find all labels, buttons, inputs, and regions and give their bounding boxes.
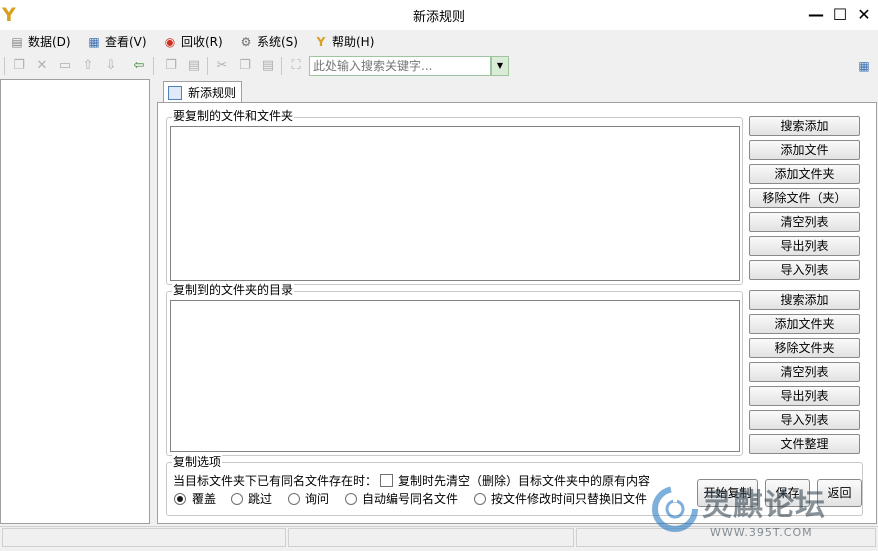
radio-overwrite-label: 覆盖: [192, 492, 217, 506]
add-folder-button[interactable]: 添加文件夹: [749, 164, 860, 184]
layout-icon[interactable]: ▦: [855, 57, 873, 75]
toolbar-grip: [4, 57, 5, 75]
radio-skip[interactable]: [231, 493, 243, 505]
source-group-label: 要复制的文件和文件夹: [172, 109, 295, 123]
move-down-icon[interactable]: ⇩: [102, 57, 120, 75]
menu-help[interactable]: Y 帮助(H): [313, 33, 375, 51]
rules-tree-panel[interactable]: [0, 79, 150, 524]
import-list-button[interactable]: 导入列表: [749, 260, 860, 280]
dest-export-list-button[interactable]: 导出列表: [749, 386, 860, 406]
edit-icon[interactable]: ▭: [56, 57, 74, 75]
watermark-text: 灵麒论坛: [702, 488, 826, 523]
organize-files-button[interactable]: 文件整理: [749, 434, 860, 454]
minimize-icon[interactable]: —: [805, 4, 827, 26]
conflict-label: 当目标文件夹下已有同名文件存在时：: [173, 474, 378, 488]
toolbar-separator: [281, 57, 282, 75]
dest-add-folder-button[interactable]: 添加文件夹: [749, 314, 860, 334]
menu-view[interactable]: ▦ 查看(V): [86, 33, 146, 51]
radio-ask-label: 询问: [305, 492, 330, 506]
dest-list[interactable]: [170, 300, 740, 452]
export-icon[interactable]: ⇦: [130, 57, 148, 75]
tab-new-rule[interactable]: 新添规则: [163, 81, 242, 103]
watermark: 灵麒论坛 WWW.395T.COM: [650, 484, 878, 546]
dest-group-label: 复制到的文件夹的目录: [172, 283, 295, 297]
chevron-down-icon[interactable]: ▼: [491, 56, 509, 76]
maximize-icon[interactable]: ☐: [829, 4, 851, 26]
gear-icon: ⚙: [240, 35, 252, 49]
dest-clear-list-button[interactable]: 清空列表: [749, 362, 860, 382]
menu-recycle[interactable]: ◉ 回收(R): [162, 33, 223, 51]
source-list[interactable]: [170, 126, 740, 281]
menu-data[interactable]: ▤ 数据(D): [9, 33, 70, 51]
remove-file-button[interactable]: 移除文件（夹）: [749, 188, 860, 208]
delete-icon[interactable]: ✕: [33, 57, 51, 75]
database-icon: ▤: [11, 35, 23, 49]
radio-replace-older-label: 按文件修改时间只替换旧文件: [491, 492, 648, 506]
view-icon: ▦: [88, 35, 100, 49]
watermark-url: WWW.395T.COM: [710, 526, 813, 539]
radio-skip-label: 跳过: [248, 492, 273, 506]
dest-remove-folder-button[interactable]: 移除文件夹: [749, 338, 860, 358]
add-file-button[interactable]: 添加文件: [749, 140, 860, 160]
help-icon: Y: [316, 35, 326, 49]
status-panel: [288, 528, 574, 547]
clear-first-checkbox[interactable]: [380, 474, 393, 487]
cut-icon[interactable]: ✂: [213, 57, 231, 75]
radio-auto-number[interactable]: [345, 493, 357, 505]
export-list-button[interactable]: 导出列表: [749, 236, 860, 256]
search-input[interactable]: [309, 56, 491, 76]
radio-ask[interactable]: [288, 493, 300, 505]
clear-list-button[interactable]: 清空列表: [749, 212, 860, 232]
new-rule-icon[interactable]: ❐: [10, 57, 28, 75]
radio-replace-older[interactable]: [474, 493, 486, 505]
move-up-icon[interactable]: ⇧: [79, 57, 97, 75]
clear-first-label: 复制时先清空（删除）目标文件夹中的原有内容: [398, 474, 651, 488]
watermark-logo-icon: [652, 486, 698, 532]
status-panel: [2, 528, 286, 547]
dest-import-list-button[interactable]: 导入列表: [749, 410, 860, 430]
paste-icon[interactable]: ▤: [259, 57, 277, 75]
fullscreen-icon[interactable]: ⛶: [287, 57, 305, 75]
copy-icon[interactable]: ❐: [236, 57, 254, 75]
close-icon[interactable]: ✕: [853, 4, 875, 26]
copy-rule-icon[interactable]: ❐: [162, 57, 180, 75]
radio-auto-number-label: 自动编号同名文件: [362, 492, 459, 506]
window-title: 新添规则: [412, 10, 465, 25]
toolbar-separator: [153, 57, 154, 75]
lifebuoy-icon: ◉: [164, 35, 176, 49]
document-icon: [168, 85, 182, 100]
radio-overwrite[interactable]: [174, 493, 186, 505]
menu-system[interactable]: ⚙ 系统(S): [238, 33, 298, 51]
dest-search-add-button[interactable]: 搜索添加: [749, 290, 860, 310]
paste-rule-icon[interactable]: ▤: [185, 57, 203, 75]
search-add-button[interactable]: 搜索添加: [749, 116, 860, 136]
options-group-label: 复制选项: [172, 455, 223, 469]
toolbar-separator: [207, 57, 208, 75]
